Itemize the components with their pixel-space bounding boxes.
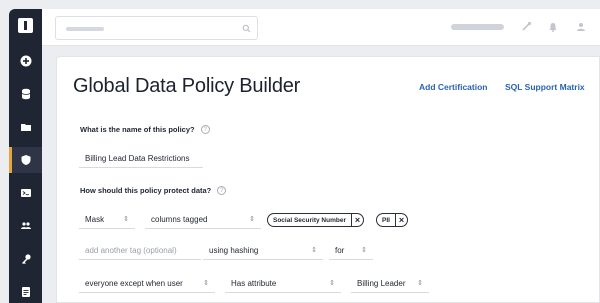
attribute-select[interactable]: Billing Leader ⇕ xyxy=(351,277,429,293)
user-name-placeholder[interactable] xyxy=(451,24,504,30)
method-select-value: using hashing xyxy=(209,246,259,255)
users-icon xyxy=(20,222,31,229)
action-select-value: Mask xyxy=(85,215,105,224)
attribute-select-value: Billing Leader xyxy=(357,279,406,288)
condition-select-value: Has attribute xyxy=(231,279,277,288)
additional-tag-input[interactable]: add another tag (optional) xyxy=(79,244,201,260)
action-select[interactable]: Mask ⇕ xyxy=(79,213,135,229)
sidebar-item-projects[interactable] xyxy=(9,114,42,140)
sidebar-item-audit[interactable] xyxy=(9,279,42,303)
protect-data-question: How should this policy protect data? xyxy=(80,186,212,195)
protect-data-label: How should this policy protect data? ? xyxy=(80,186,227,195)
sidebar-item-data-sources[interactable] xyxy=(9,81,42,107)
folder-icon xyxy=(20,124,31,131)
terminal-icon xyxy=(20,189,31,197)
add-certification-link[interactable]: Add Certification xyxy=(419,82,487,92)
chevron-updown-icon: ⇕ xyxy=(417,280,423,287)
policy-name-question: What is the name of this policy? xyxy=(80,125,195,134)
policy-name-label: What is the name of this policy? ? xyxy=(80,125,210,134)
help-icon[interactable]: ? xyxy=(217,186,227,195)
chevron-updown-icon: ⇕ xyxy=(203,280,209,287)
chevron-updown-icon: ⇕ xyxy=(329,280,335,287)
search-placeholder xyxy=(66,27,104,31)
help-icon[interactable]: ? xyxy=(200,125,210,134)
tag-chip-social-security-number: Social Security Number × xyxy=(267,213,364,227)
bell-icon[interactable] xyxy=(548,21,558,33)
who-select[interactable]: everyone except when user ⇕ xyxy=(79,277,215,293)
for-select[interactable]: for ⇕ xyxy=(329,244,373,260)
plus-circle-icon xyxy=(20,55,31,67)
link-icon[interactable] xyxy=(520,21,532,33)
sql-support-matrix-link[interactable]: SQL Support Matrix xyxy=(505,82,585,92)
sidebar-item-query-editor[interactable] xyxy=(9,180,42,206)
app-logo[interactable] xyxy=(18,18,33,33)
close-icon[interactable]: × xyxy=(394,214,407,226)
tag-chip-pii: PII × xyxy=(376,213,408,227)
sidebar-item-people[interactable] xyxy=(9,213,42,239)
sidebar xyxy=(9,9,42,303)
top-header xyxy=(42,9,600,46)
search-input[interactable] xyxy=(55,16,258,40)
chevron-updown-icon: ⇕ xyxy=(249,216,255,223)
target-select[interactable]: columns tagged ⇕ xyxy=(145,213,261,229)
key-icon xyxy=(21,254,31,264)
target-select-value: columns tagged xyxy=(151,215,208,224)
chevron-updown-icon: ⇕ xyxy=(311,247,317,254)
tag-chip-label: Social Security Number xyxy=(273,216,346,224)
chevron-updown-icon: ⇕ xyxy=(361,247,367,254)
shield-icon xyxy=(21,155,30,165)
condition-select[interactable]: Has attribute ⇕ xyxy=(225,277,341,293)
for-select-value: for xyxy=(335,246,345,255)
sidebar-item-create[interactable] xyxy=(9,48,42,74)
who-select-value: everyone except when user xyxy=(85,279,183,288)
document-icon xyxy=(21,287,30,297)
policy-builder-panel: Global Data Policy Builder Add Certifica… xyxy=(56,56,600,303)
method-select[interactable]: using hashing ⇕ xyxy=(203,244,323,260)
database-icon xyxy=(21,88,30,100)
sidebar-item-api-keys[interactable] xyxy=(9,246,42,272)
sidebar-item-policies[interactable] xyxy=(9,147,42,173)
policy-name-field[interactable]: Billing Lead Data Restrictions xyxy=(79,152,203,168)
search-icon xyxy=(242,24,251,33)
page-title: Global Data Policy Builder xyxy=(73,75,301,97)
close-icon[interactable]: × xyxy=(350,214,363,226)
tag-chip-label: PII xyxy=(382,216,390,224)
chevron-updown-icon: ⇕ xyxy=(123,216,129,223)
user-icon[interactable] xyxy=(576,21,586,33)
